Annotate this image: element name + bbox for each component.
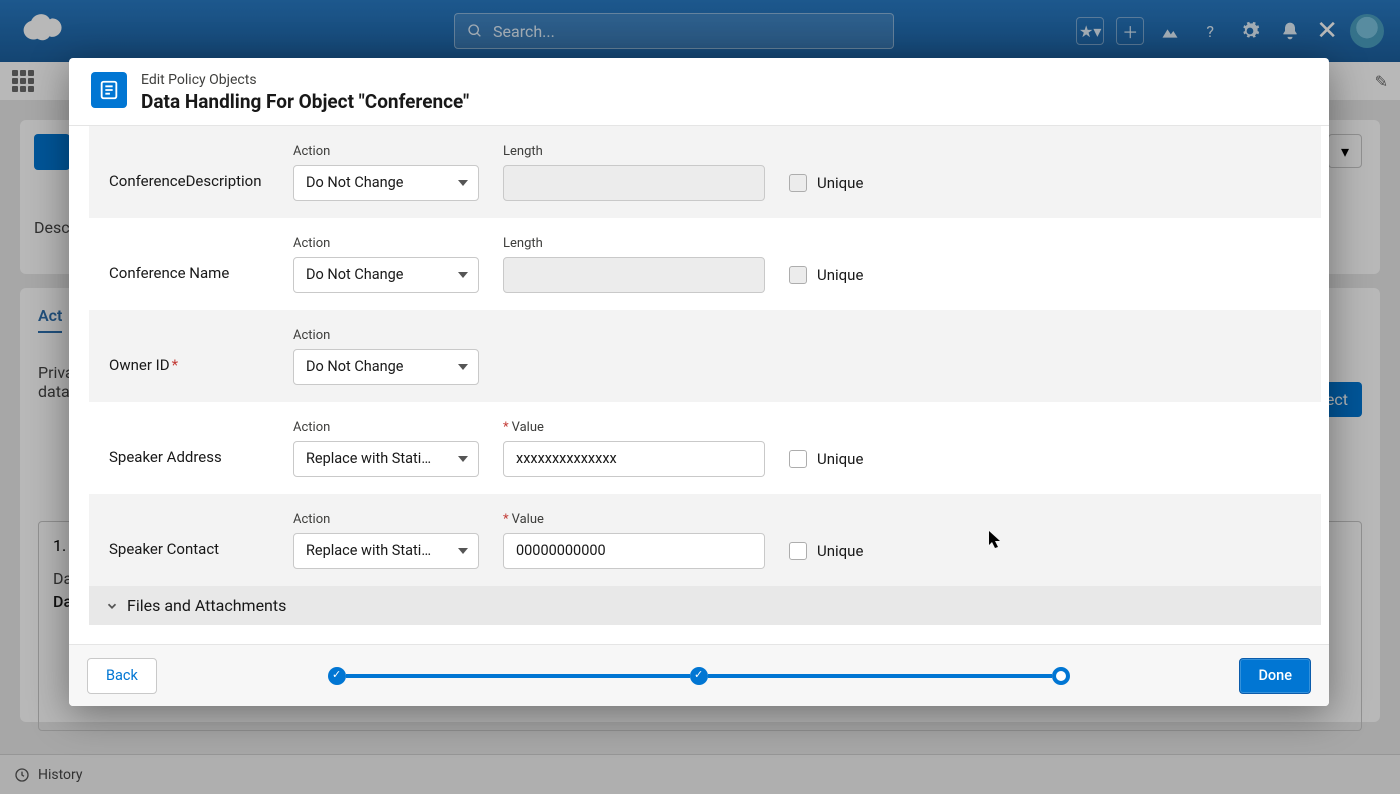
unique-label: Unique (817, 266, 863, 284)
field-name-label: Speaker Address (109, 430, 269, 466)
progress-line-1 (346, 674, 690, 678)
modal-title: Data Handling For Object "Conference" (141, 90, 469, 113)
chevron-down-icon (105, 599, 119, 613)
header-utility-icons: ★▾ ＋ ? ✕ (1076, 14, 1384, 48)
step-progress (328, 667, 1070, 685)
progress-line-2 (708, 674, 1052, 678)
setup-gear-icon[interactable] (1236, 17, 1264, 45)
field-row: ConferenceDescription Action Do Not Change… (89, 126, 1321, 218)
action-label: Action (293, 328, 479, 343)
field-row: Owner ID* Action Do Not Change (89, 310, 1321, 402)
progress-step-1 (328, 667, 346, 685)
record-actions-dropdown[interactable]: ▾ (1328, 134, 1362, 168)
field-name-label: Owner ID* (109, 338, 269, 374)
unique-checkbox (789, 174, 807, 192)
modal-eyebrow: Edit Policy Objects (141, 72, 469, 88)
help-icon[interactable]: ? (1196, 17, 1224, 45)
unique-checkbox[interactable] (789, 542, 807, 560)
section-title: Files and Attachments (127, 596, 286, 615)
unique-label: Unique (817, 450, 863, 468)
field-row: Conference Name Action Do Not Change Length… (89, 218, 1321, 310)
value-label: *Value (503, 420, 765, 435)
files-attachments-section[interactable]: Files and Attachments (89, 586, 1321, 625)
notifications-icon[interactable] (1276, 17, 1304, 45)
field-name-label: Speaker Contact (109, 522, 269, 558)
unique-label: Unique (817, 174, 863, 192)
field-row: Speaker Address Action Replace with Stati…… (89, 402, 1321, 494)
action-select[interactable]: Do Not Change (293, 257, 479, 293)
history-icon (14, 767, 30, 783)
trailhead-icon[interactable] (1156, 17, 1184, 45)
action-label: Action (293, 144, 479, 159)
utility-bar: History (0, 754, 1400, 794)
field-name-label: Conference Name (109, 246, 269, 282)
action-label: Action (293, 512, 479, 527)
action-select[interactable]: Do Not Change (293, 349, 479, 385)
length-input (503, 165, 765, 201)
done-button[interactable]: Done (1239, 658, 1311, 694)
value-input[interactable] (503, 441, 765, 477)
edit-pencil-icon[interactable]: ✎ (1375, 72, 1388, 91)
value-input[interactable] (503, 533, 765, 569)
history-label[interactable]: History (38, 767, 83, 783)
length-label: Length (503, 144, 765, 159)
action-select[interactable]: Replace with Stati… (293, 441, 479, 477)
unique-label: Unique (817, 542, 863, 560)
action-label: Action (293, 420, 479, 435)
action-select[interactable]: Do Not Change (293, 165, 479, 201)
progress-step-3 (1052, 667, 1070, 685)
unique-checkbox (789, 266, 807, 284)
add-icon[interactable]: ＋ (1116, 17, 1144, 45)
back-button[interactable]: Back (87, 658, 157, 694)
modal-header-icon (91, 72, 127, 108)
length-input (503, 257, 765, 293)
action-select[interactable]: Replace with Stati… (293, 533, 479, 569)
modal-footer: Back Done (69, 644, 1329, 706)
field-row: Speaker Contact Action Replace with Stati…… (89, 494, 1321, 586)
favorites-icon[interactable]: ★▾ (1076, 17, 1104, 45)
object-icon (34, 134, 70, 170)
close-icon[interactable]: ✕ (1316, 16, 1338, 46)
app-launcher-icon[interactable] (12, 70, 34, 92)
edit-policy-modal: Edit Policy Objects Data Handling For Ob… (69, 58, 1329, 706)
field-rows-scroll[interactable]: ConferenceDescription Action Do Not Change… (89, 126, 1321, 644)
value-label: *Value (503, 512, 765, 527)
unique-checkbox[interactable] (789, 450, 807, 468)
action-label: Action (293, 236, 479, 251)
search-icon (467, 23, 483, 39)
length-label: Length (503, 236, 765, 251)
search-placeholder: Search... (493, 22, 555, 41)
progress-step-2 (690, 667, 708, 685)
salesforce-cloud-logo (16, 13, 70, 49)
user-avatar[interactable] (1350, 14, 1384, 48)
tab-actions[interactable]: Act (38, 306, 62, 333)
field-name-label: ConferenceDescription (109, 154, 269, 190)
modal-header: Edit Policy Objects Data Handling For Ob… (69, 58, 1329, 126)
global-header: Search... ★▾ ＋ ? ✕ (0, 0, 1400, 62)
global-search[interactable]: Search... (454, 13, 894, 49)
